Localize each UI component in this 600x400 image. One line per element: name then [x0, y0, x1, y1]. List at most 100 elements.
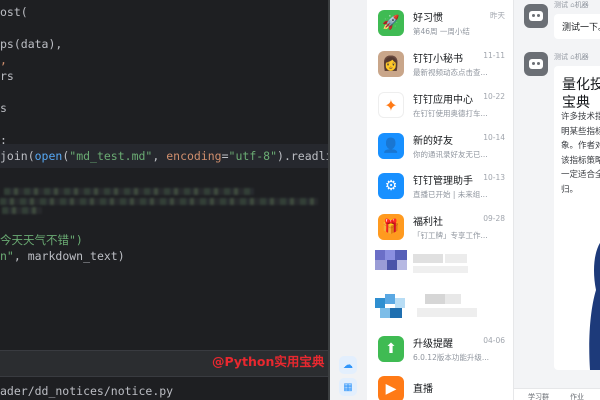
watermark: @Python实用宝典: [212, 354, 325, 369]
conversation-time: 10-22: [483, 92, 505, 101]
admin-user-icon: ⚙: [378, 173, 404, 199]
blurred-conversation[interactable]: [375, 250, 505, 280]
file-path[interactable]: ader/dd_notices/notice.py: [0, 384, 173, 398]
code-token: rs: [0, 69, 14, 83]
conversation-preview: 最新视频动态点击查...: [413, 68, 488, 77]
avatar-glyph: 🎁: [382, 219, 400, 235]
code-token: ).: [277, 149, 291, 163]
conversation-preview: 直播已开始 | 未来组...: [413, 190, 488, 199]
conversation-title: 升级提醒: [413, 339, 453, 350]
message-bubble[interactable]: 测试一下。: [554, 14, 600, 39]
conversation-list[interactable]: 🚀 好习惯第46周 一周小结 昨天 👩 钉钉小秘书最新视频动态点击查... 11-11 ✦ 钉…: [367, 0, 513, 400]
avatar-glyph: ⬆: [385, 341, 397, 357]
blurred-conversation[interactable]: [375, 292, 505, 322]
message-sender: 测试 ⌂机器: [554, 1, 589, 9]
code-line[interactable]: 今天天气不错"): [0, 232, 83, 248]
live-play-icon: ▶: [378, 376, 404, 400]
code-line[interactable]: ps(data),: [0, 36, 62, 52]
robot-avatar[interactable]: [524, 4, 548, 28]
code-line[interactable]: :: [0, 132, 7, 148]
code-token: ,: [0, 53, 7, 67]
conversation-item-fulishe[interactable]: 🎁 福利社「钉工牌」专享工作... 09-28: [367, 208, 513, 249]
pinwheel-icon: ✦: [378, 92, 404, 118]
conversation-title: 直播: [413, 384, 433, 395]
conversation-item-new-friend[interactable]: 👤 新的好友你的通讯录好友无已... 10-14: [367, 127, 513, 168]
code-token: 今天天气不错"): [0, 233, 83, 247]
conversation-time: 10-13: [483, 173, 505, 182]
message-text: 测试一下。: [562, 23, 600, 33]
chat-pane[interactable]: 测试 ⌂机器 测试一下。 测试 ⌂机器 量化投 宝典 许多技术指明某些指标象。作…: [513, 0, 600, 400]
conversation-preview: 「钉工牌」专享工作...: [413, 231, 488, 240]
code-line[interactable]: rs: [0, 68, 14, 84]
conversation-title: 福利社: [413, 217, 443, 228]
code-editor[interactable]: ost( ps(data),, rs s: join(open("md_test.md"…: [0, 0, 328, 400]
code-token: ,: [152, 149, 167, 163]
conversation-title: 钉钉小秘书: [413, 54, 463, 65]
conversation-title: 钉钉应用中心: [413, 95, 473, 106]
code-line[interactable]: n", markdown_text): [0, 248, 125, 264]
chat-tab-bar: [514, 388, 600, 400]
card-body-line: 一定适合全: [561, 170, 600, 180]
conversation-time: 昨天: [490, 11, 505, 20]
code-token: open: [34, 149, 63, 163]
conversation-preview: 第46周 一周小结: [413, 27, 470, 36]
card-title-line-1: 量化投: [562, 77, 600, 93]
conversation-item-app-center[interactable]: ✦ 钉钉应用中心在钉钉使用奥德打车... 10-22: [367, 86, 513, 127]
chat-tab-1[interactable]: 学习群: [528, 392, 549, 400]
code-line[interactable]: ost(: [0, 4, 28, 20]
gift-icon: 🎁: [378, 214, 404, 240]
avatar-glyph: ✦: [384, 95, 398, 115]
book-cover-figure: [589, 243, 600, 370]
message-sender: 测试 ⌂机器: [554, 53, 589, 61]
conversation-item-dd-manager[interactable]: ⚙ 钉钉管理助手直播已开始 | 未来组... 10-13: [367, 167, 513, 208]
code-token: "md_test.md": [69, 149, 153, 163]
blurred-code-row: [2, 207, 42, 214]
conversation-preview: 6.0.12版本功能升级...: [413, 353, 490, 362]
conversation-title: 钉钉管理助手: [413, 176, 473, 187]
code-token: join(: [0, 149, 35, 163]
card-body-line: 明某些指标: [561, 126, 600, 137]
code-token: =: [221, 149, 229, 163]
avatar-glyph: ⚙: [384, 178, 398, 194]
avatar-glyph: 👩: [382, 56, 400, 72]
avatar-glyph: ▶: [385, 381, 397, 397]
code-line[interactable]: s: [0, 100, 7, 116]
conversation-item-dingding-mishu[interactable]: 👩 钉钉小秘书最新视频动态点击查... 11-11: [367, 45, 513, 86]
add-user-icon: 👤: [378, 133, 404, 159]
calendar-icon[interactable]: ▦: [339, 378, 357, 396]
rocket-icon: 🚀: [378, 10, 404, 36]
assistant-avatar: 👩: [378, 51, 404, 77]
conversation-time: 10-14: [483, 133, 505, 142]
conversation-time: 11-11: [483, 51, 505, 60]
blurred-code-row: [4, 188, 254, 195]
avatar-glyph: 🚀: [382, 15, 400, 31]
code-token: ps(data),: [0, 37, 63, 51]
card-body-line: 归。: [561, 184, 579, 195]
code-token: s: [0, 101, 7, 115]
conversation-title: 新的好友: [413, 136, 453, 147]
card-body-line: 许多技术指: [561, 112, 600, 122]
conversation-item-haoxiguan[interactable]: 🚀 好习惯第46周 一周小结 昨天: [367, 4, 513, 45]
conversation-preview: 你的通讯录好友无已...: [413, 150, 488, 159]
conversation-time: 09-28: [483, 214, 505, 223]
blurred-code-row: [0, 198, 318, 205]
code-token: n": [0, 249, 14, 263]
conversation-title: 好习惯: [413, 13, 443, 24]
conversation-time: 04-06: [483, 336, 505, 345]
cloud-icon[interactable]: ☁: [339, 356, 357, 374]
upload-arrow-icon: ⬆: [378, 336, 404, 362]
code-line[interactable]: join(open("md_test.md", encoding="utf-8"…: [0, 148, 328, 164]
code-line[interactable]: ,: [0, 52, 7, 68]
code-token: :: [0, 133, 7, 147]
code-token: "utf-8": [228, 149, 278, 163]
conversation-item-upgrade[interactable]: ⬆ 升级提醒 6.0.12版本功能升级... 04-06: [367, 330, 513, 371]
card-body-line: 该指标策略: [561, 155, 600, 166]
robot-avatar[interactable]: [524, 52, 548, 76]
conversation-preview: 在钉钉使用奥德打车...: [413, 109, 488, 118]
avatar-glyph: 👤: [382, 138, 400, 154]
chat-tab-2[interactable]: 作业: [570, 392, 584, 400]
conversation-item-live[interactable]: ▶ 直播: [367, 370, 513, 400]
code-token: , markdown_text): [13, 249, 125, 263]
dingtalk-side-rail: ☁ ▦: [330, 0, 367, 400]
card-body-line: 象。作者对: [561, 141, 600, 151]
